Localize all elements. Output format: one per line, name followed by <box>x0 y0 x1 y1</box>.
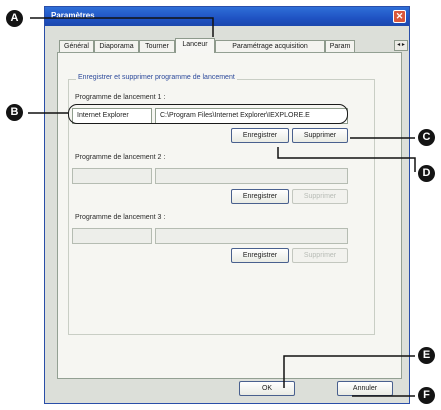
callout-d-badge: D <box>418 165 435 182</box>
callout-f-badge: F <box>418 387 435 404</box>
callout-b-badge: B <box>6 104 23 121</box>
tab-launcher[interactable]: Lanceur <box>175 38 215 53</box>
callout-d-line <box>277 147 416 172</box>
callout-lines <box>28 17 416 397</box>
callout-c-badge: C <box>418 129 435 146</box>
callout-e-line <box>283 355 415 388</box>
callout-a-line <box>30 17 214 37</box>
callout-e-badge: E <box>418 347 435 364</box>
callout-a-badge: A <box>6 10 23 27</box>
